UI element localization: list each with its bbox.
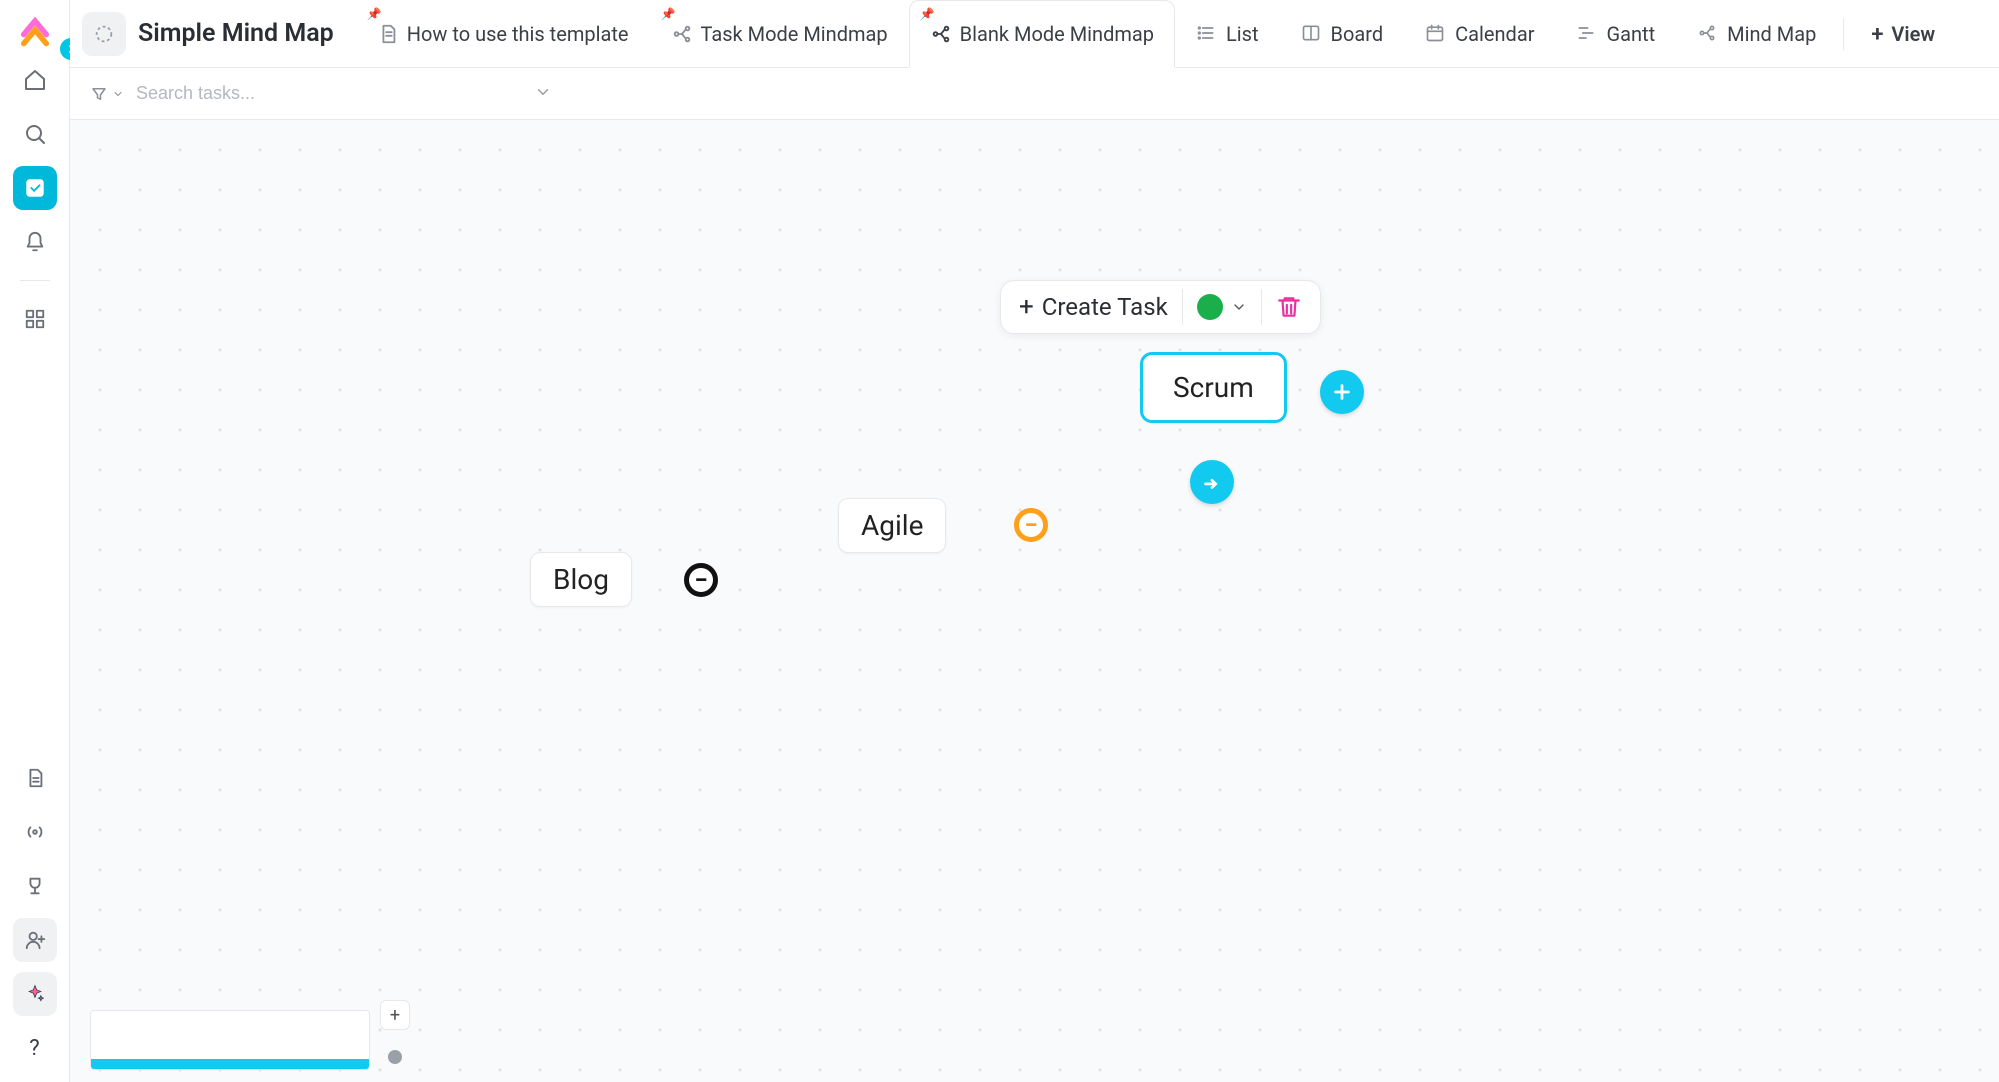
- mindmap-icon: [1697, 23, 1719, 45]
- minimap-viewport: [91, 1059, 369, 1069]
- sidebar-item-docs[interactable]: [13, 756, 57, 800]
- calendar-icon: [1425, 23, 1447, 45]
- node-label: Scrum: [1173, 371, 1254, 404]
- search-input[interactable]: [134, 82, 374, 105]
- tab-label: Task Mode Mindmap: [701, 22, 888, 46]
- gantt-icon: [1576, 23, 1598, 45]
- mindmap-node-root[interactable]: Blog: [530, 552, 632, 607]
- reparent-node-button[interactable]: [1190, 460, 1234, 504]
- topbar: Simple Mind Map 📌 How to use this templa…: [70, 0, 1999, 68]
- app-logo-icon[interactable]: [17, 12, 53, 48]
- doc-icon: [377, 23, 399, 45]
- create-task-label: Create Task: [1042, 293, 1168, 321]
- minimap[interactable]: [90, 1010, 370, 1070]
- main-area: Simple Mind Map 📌 How to use this templa…: [70, 0, 1999, 1082]
- chevron-down-icon[interactable]: [534, 83, 552, 105]
- mindmap-edges: [70, 120, 370, 270]
- add-view-label: View: [1891, 22, 1935, 46]
- tab-gantt[interactable]: Gantt: [1555, 0, 1676, 67]
- mindmap-node-agile[interactable]: Agile: [838, 498, 946, 553]
- add-view-button[interactable]: + View: [1850, 0, 1956, 67]
- delete-node-button[interactable]: [1276, 294, 1302, 320]
- tab-label: Board: [1331, 22, 1384, 46]
- sidebar-item-goals[interactable]: [13, 864, 57, 908]
- tab-list[interactable]: List: [1175, 0, 1280, 67]
- tab-label: How to use this template: [407, 22, 629, 46]
- tab-label: Blank Mode Mindmap: [960, 22, 1154, 46]
- sidebar-item-pulse[interactable]: [13, 810, 57, 854]
- mindmap-icon: [671, 23, 693, 45]
- sidebar-item-invite[interactable]: [13, 918, 57, 962]
- board-icon: [1301, 23, 1323, 45]
- divider: [1261, 289, 1262, 325]
- mindmap-icon: [930, 23, 952, 45]
- list-settings-icon[interactable]: [82, 12, 126, 56]
- nav-rail: ?: [0, 0, 70, 1082]
- divider: [1182, 289, 1183, 325]
- plus-icon: +: [1019, 292, 1034, 322]
- node-label: Agile: [861, 509, 923, 542]
- plus-icon: +: [1871, 22, 1883, 47]
- tab-label: Calendar: [1455, 22, 1534, 46]
- filter-icon[interactable]: [90, 85, 124, 103]
- sidebar-item-search[interactable]: [13, 112, 57, 156]
- tab-mind-map[interactable]: Mind Map: [1676, 0, 1837, 67]
- tab-blank-mode-mindmap[interactable]: 📌 Blank Mode Mindmap: [909, 0, 1175, 67]
- zoom-in-button[interactable]: +: [380, 1000, 410, 1030]
- collapse-node-button[interactable]: −: [1014, 508, 1048, 542]
- sidebar-item-help[interactable]: ?: [13, 1026, 57, 1070]
- sidebar-item-apps[interactable]: [13, 297, 57, 341]
- pin-icon: 📌: [367, 7, 382, 21]
- sidebar-item-home[interactable]: [13, 58, 57, 102]
- view-tabs: 📌 How to use this template 📌 Task Mode M…: [356, 0, 1956, 67]
- page-title: Simple Mind Map: [138, 19, 334, 48]
- sidebar-item-ai[interactable]: [13, 972, 57, 1016]
- tab-task-mode-mindmap[interactable]: 📌 Task Mode Mindmap: [650, 0, 909, 67]
- zoom-slider-handle[interactable]: [388, 1050, 402, 1064]
- sidebar-item-notifications[interactable]: [13, 220, 57, 264]
- status-picker[interactable]: [1197, 294, 1247, 320]
- divider: [20, 280, 50, 281]
- node-label: Blog: [553, 563, 609, 596]
- status-dot-icon: [1197, 294, 1223, 320]
- tab-calendar[interactable]: Calendar: [1404, 0, 1555, 67]
- collapse-node-button[interactable]: −: [684, 563, 718, 597]
- add-child-node-button[interactable]: [1320, 370, 1364, 414]
- node-toolbar: + Create Task: [1000, 280, 1321, 334]
- tab-board[interactable]: Board: [1280, 0, 1405, 67]
- list-icon: [1196, 23, 1218, 45]
- chevron-down-icon: [1231, 299, 1247, 315]
- pin-icon: 📌: [661, 7, 676, 21]
- mindmap-node-scrum[interactable]: Scrum: [1140, 352, 1287, 423]
- mindmap-canvas[interactable]: Blog − Agile − Scrum + Create Task: [70, 120, 1999, 1082]
- tab-how-to-use[interactable]: 📌 How to use this template: [356, 0, 650, 67]
- sidebar-item-tasks[interactable]: [13, 166, 57, 210]
- divider: [1843, 18, 1844, 50]
- tab-label: Mind Map: [1727, 22, 1816, 46]
- tab-label: List: [1226, 22, 1259, 46]
- tab-label: Gantt: [1606, 22, 1655, 46]
- filter-bar: [70, 68, 1999, 120]
- pin-icon: 📌: [920, 7, 935, 21]
- create-task-button[interactable]: + Create Task: [1019, 292, 1168, 322]
